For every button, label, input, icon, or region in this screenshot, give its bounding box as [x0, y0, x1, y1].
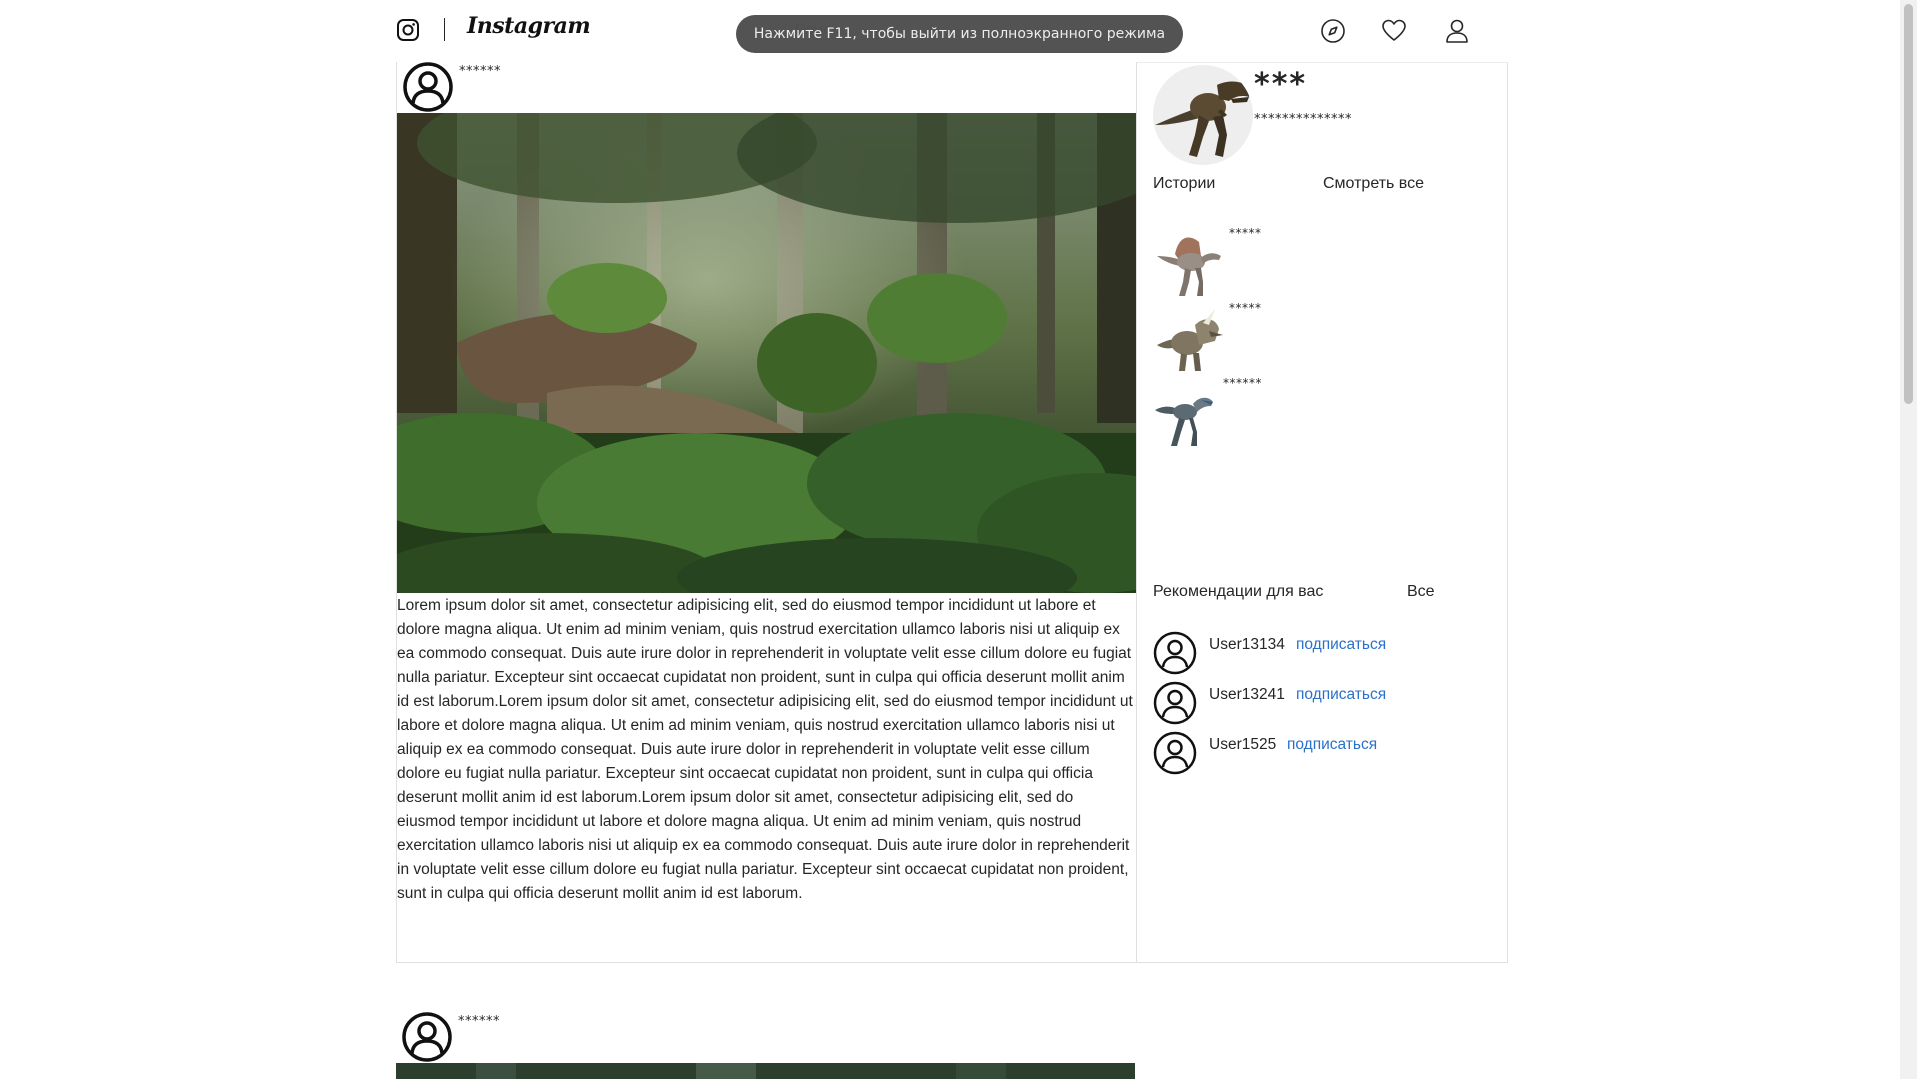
story-username: ******: [1223, 376, 1262, 390]
suggestion-username[interactable]: User1525: [1209, 736, 1276, 754]
feed-post: ******: [396, 1012, 1135, 1079]
suggestion-username[interactable]: User13134: [1209, 636, 1285, 654]
profile-username[interactable]: ***: [1254, 67, 1307, 102]
top-navbar: Instagram Нажмите F11, чтобы выйти из по…: [0, 0, 1917, 60]
instagram-glyph-icon[interactable]: [396, 18, 420, 42]
suggestion-username[interactable]: User13241: [1209, 686, 1285, 704]
suggestions-title: Рекомендации для вас: [1153, 583, 1324, 600]
user-icon[interactable]: [1443, 17, 1471, 45]
story-username: *****: [1229, 226, 1262, 240]
story-item[interactable]: ******: [1153, 376, 1263, 446]
user-circle-icon[interactable]: [397, 62, 459, 112]
header-divider: [444, 18, 445, 41]
jungle-photo: [396, 1063, 1135, 1079]
feed: ****** Lorem ipsum dolor sit amet, conse…: [396, 62, 1136, 963]
follow-button[interactable]: подписаться: [1287, 736, 1377, 754]
jungle-photo: [397, 113, 1136, 593]
user-circle-icon[interactable]: [1153, 681, 1197, 725]
suggestion-row: User13241 подписаться: [1153, 681, 1453, 729]
suggestion-row: User1525 подписаться: [1153, 731, 1453, 779]
sidebar: *** ************** Истории Смотреть все …: [1136, 62, 1508, 963]
spinosaurus-avatar: [1157, 237, 1221, 296]
compass-icon[interactable]: [1319, 17, 1347, 45]
page-scrollbar[interactable]: [1900, 0, 1917, 1079]
post-caption: Lorem ipsum dolor sit amet, consectetur …: [397, 597, 1133, 902]
profile-full-name: **************: [1254, 112, 1352, 127]
story-username: *****: [1229, 301, 1262, 315]
follow-button[interactable]: подписаться: [1296, 636, 1386, 654]
post-username[interactable]: ******: [458, 1014, 500, 1029]
see-all-stories-link[interactable]: Смотреть все: [1323, 175, 1424, 193]
heart-icon[interactable]: [1380, 17, 1408, 45]
see-all-suggestions-link[interactable]: Все: [1407, 583, 1435, 601]
t-rex-avatar[interactable]: [1153, 65, 1253, 165]
raptor-avatar: [1155, 397, 1213, 446]
scrollbar-thumb[interactable]: [1904, 4, 1913, 404]
user-circle-icon[interactable]: [396, 1012, 458, 1062]
story-item[interactable]: *****: [1153, 226, 1263, 296]
follow-button[interactable]: подписаться: [1296, 686, 1386, 704]
user-circle-icon[interactable]: [1153, 631, 1197, 675]
fullscreen-toast: Нажмите F11, чтобы выйти из полноэкранно…: [736, 15, 1183, 53]
stories-title: Истории: [1153, 175, 1216, 192]
feed-post: ******: [396, 62, 1136, 963]
story-item[interactable]: *****: [1153, 301, 1263, 371]
suggestion-row: User13134 подписаться: [1153, 631, 1453, 679]
triceratops-avatar: [1157, 309, 1223, 371]
post-username[interactable]: ******: [459, 64, 501, 79]
app-page: Instagram Нажмите F11, чтобы выйти из по…: [0, 0, 1917, 1079]
instagram-wordmark[interactable]: Instagram: [467, 13, 591, 39]
user-circle-icon[interactable]: [1153, 731, 1197, 775]
